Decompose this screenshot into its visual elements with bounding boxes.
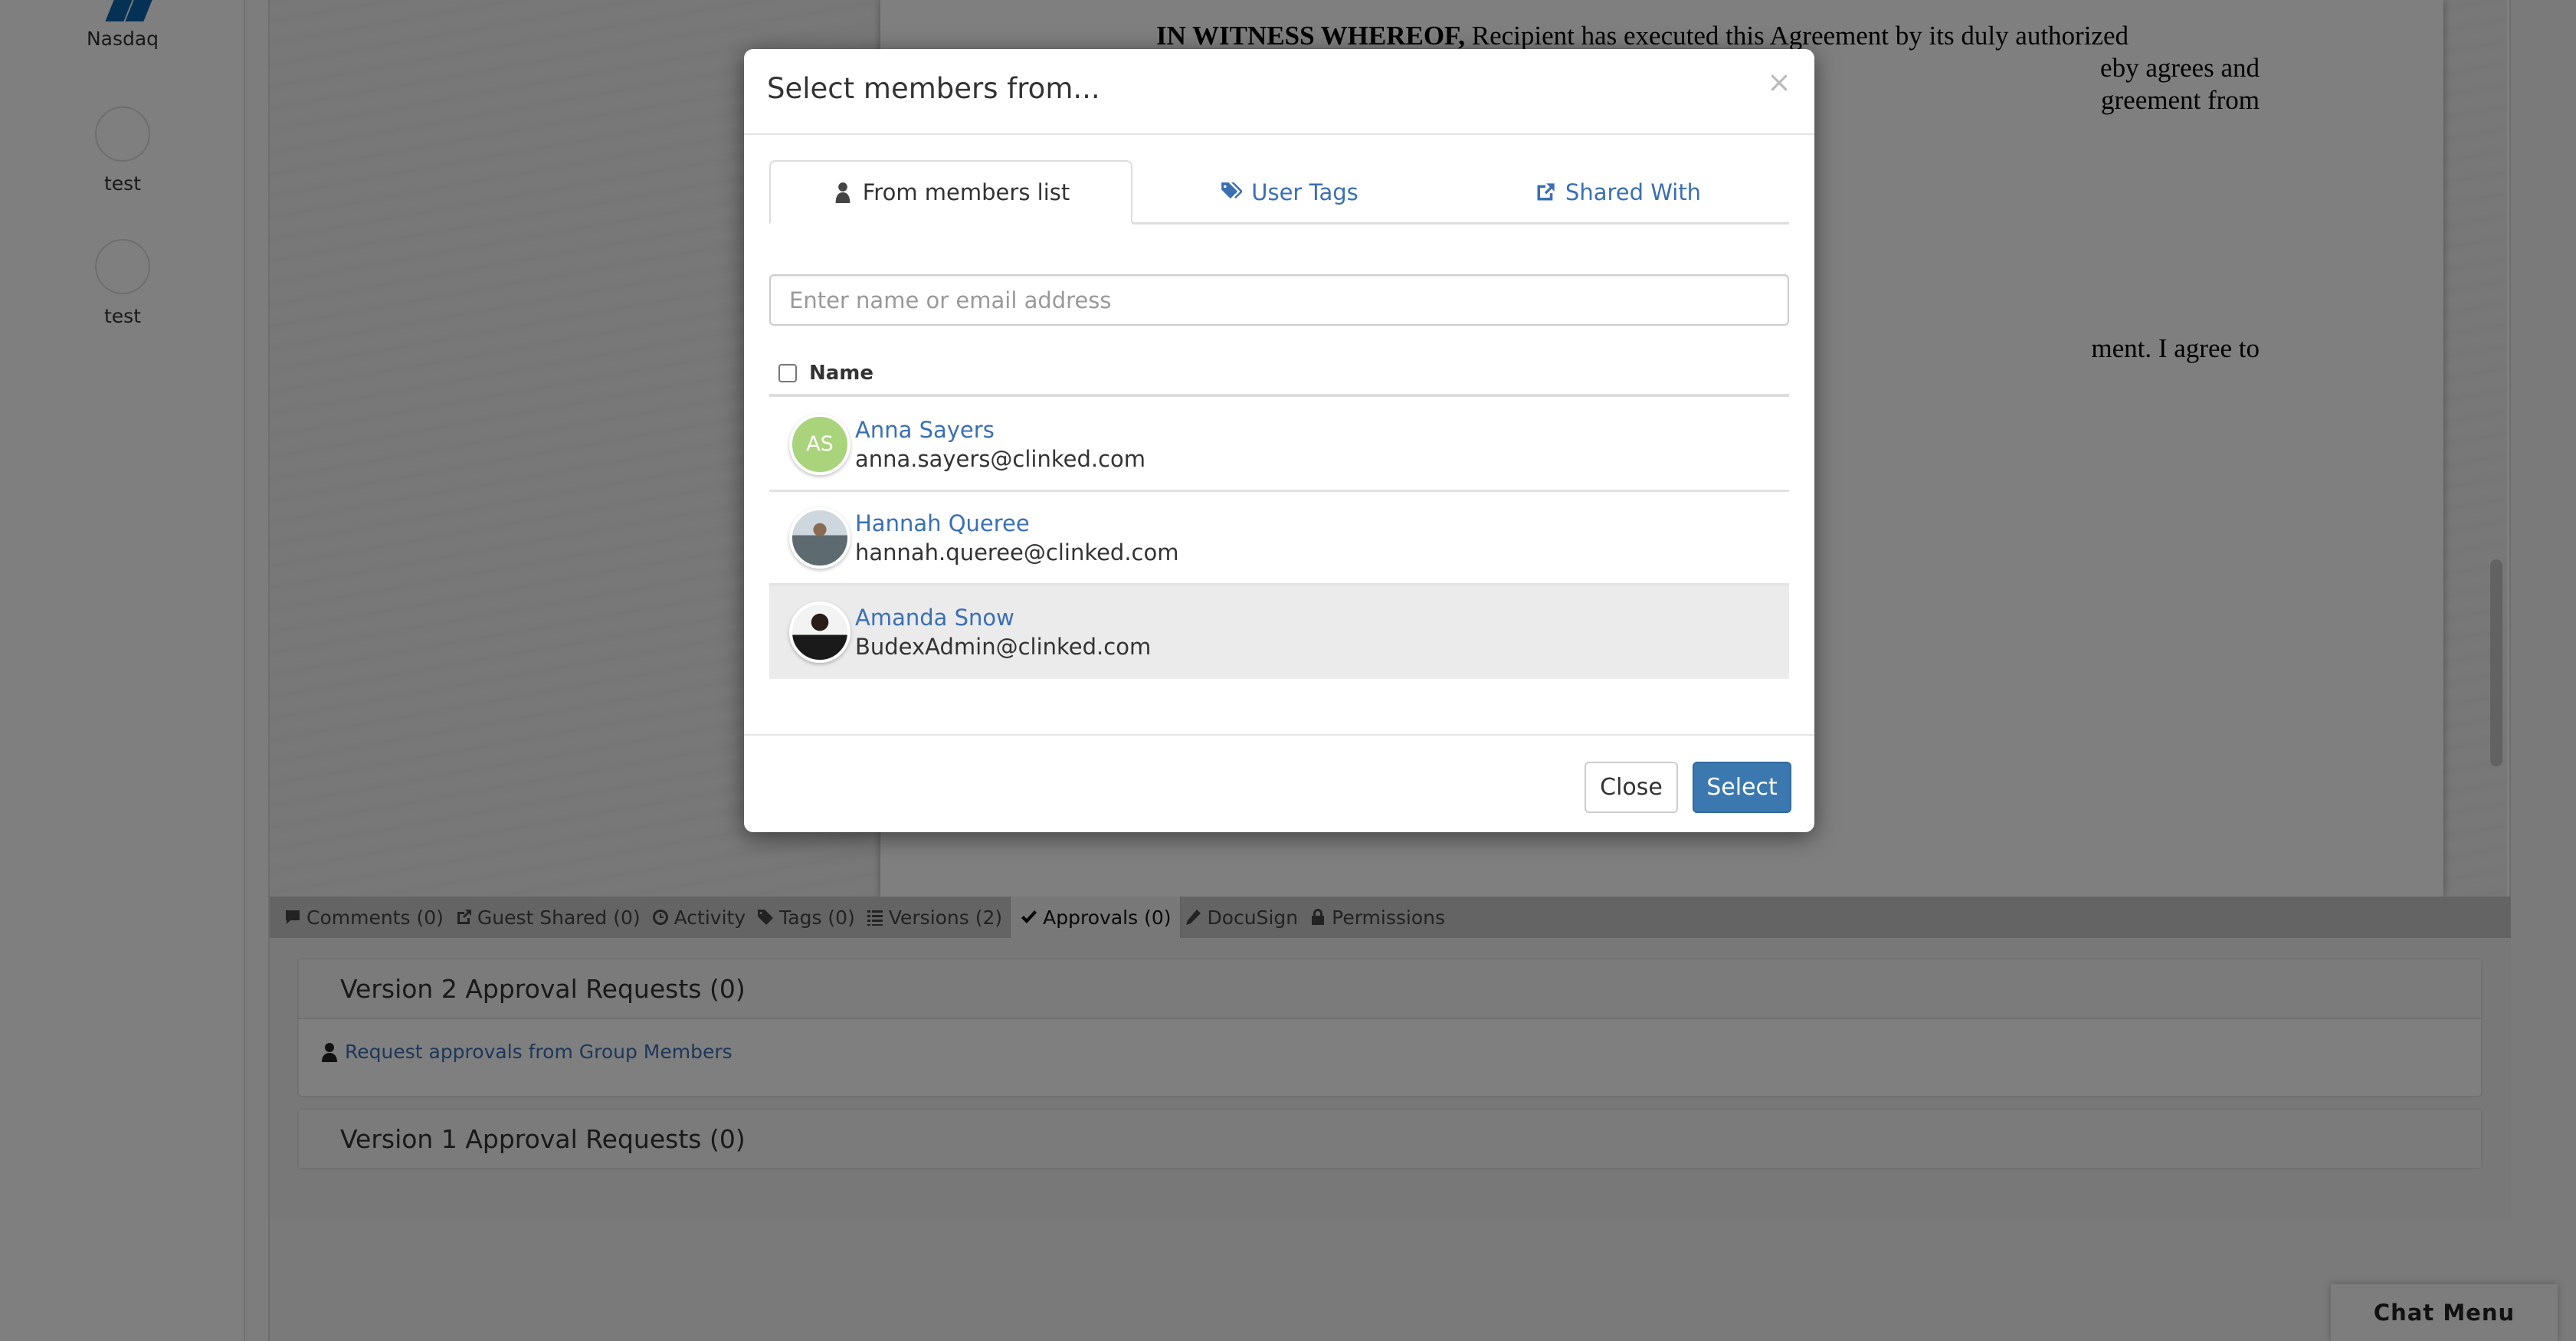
modal-footer: Close Select xyxy=(744,734,1814,832)
avatar xyxy=(789,507,850,569)
member-name[interactable]: Amanda Snow xyxy=(855,605,1151,631)
member-row[interactable]: Hannah Queree hannah.queree@clinked.com xyxy=(769,492,1789,585)
user-icon xyxy=(835,182,850,203)
name-column-header: Name xyxy=(809,362,874,385)
select-button[interactable]: Select xyxy=(1693,762,1791,813)
tab-from-members-list[interactable]: From members list xyxy=(769,160,1132,225)
select-all-checkbox[interactable] xyxy=(778,364,797,382)
search-input[interactable] xyxy=(769,274,1789,326)
tab-label: User Tags xyxy=(1251,179,1358,205)
tab-label: Shared With xyxy=(1565,179,1702,205)
modal-tabs: From members list User Tags Shared With xyxy=(769,160,1789,225)
member-row[interactable]: Amanda Snow BudexAdmin@clinked.com xyxy=(769,585,1789,679)
member-email: BudexAdmin@clinked.com xyxy=(855,634,1152,660)
close-button[interactable]: Close xyxy=(1585,762,1678,813)
tags-icon xyxy=(1221,182,1243,199)
member-email: anna.sayers@clinked.com xyxy=(855,445,1146,472)
select-members-modal: Select members from... × From members li… xyxy=(744,49,1814,832)
tab-label: From members list xyxy=(862,179,1070,205)
close-icon[interactable]: × xyxy=(1767,67,1791,97)
tab-shared-with[interactable]: Shared With xyxy=(1447,160,1789,225)
member-row[interactable]: AS Anna Sayers anna.sayers@clinked.com xyxy=(769,398,1789,492)
tab-user-tags[interactable]: User Tags xyxy=(1132,160,1447,225)
member-name[interactable]: Hannah Queree xyxy=(855,510,1178,536)
member-name[interactable]: Anna Sayers xyxy=(855,417,1145,443)
avatar xyxy=(789,602,850,663)
member-email: hannah.queree@clinked.com xyxy=(855,539,1179,566)
avatar: AS xyxy=(789,413,850,475)
list-header: Name xyxy=(769,352,1789,397)
share-icon xyxy=(1537,183,1555,201)
modal-header: Select members from... × xyxy=(744,49,1814,135)
modal-title: Select members from... xyxy=(767,72,1100,105)
